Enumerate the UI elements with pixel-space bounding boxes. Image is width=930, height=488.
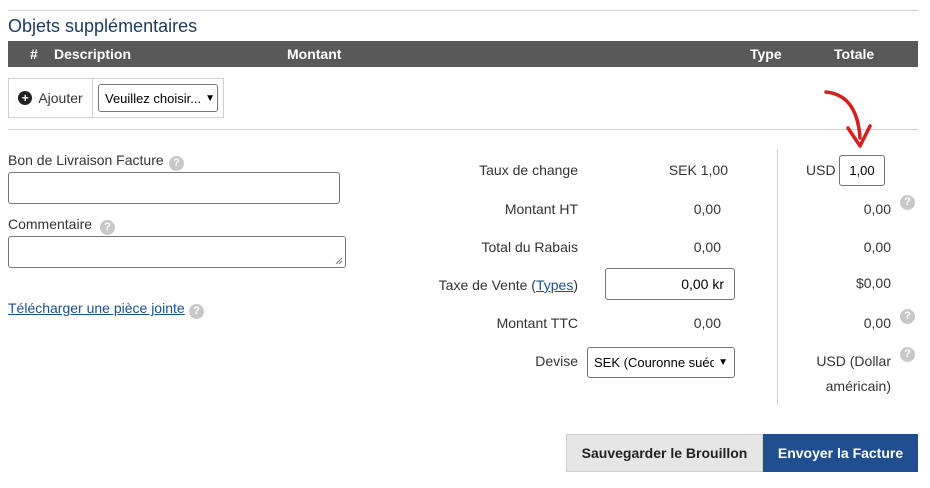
gross-amount-label: Montant TTC: [496, 315, 578, 331]
gross-amount-value: 0,00: [693, 315, 721, 331]
items-table-header: # Description Montant Type Totale: [8, 41, 918, 67]
save-draft-button[interactable]: Sauvegarder le Brouillon: [566, 434, 763, 472]
discount-total-label: Total du Rabais: [481, 239, 578, 255]
usd-exchange-rate-input[interactable]: 1,00: [839, 155, 885, 186]
currency-usd-line2: américain): [825, 378, 891, 394]
sales-tax-input[interactable]: 0,00 kr: [605, 268, 735, 300]
discount-total-value: 0,00: [693, 239, 721, 255]
col-type: Type: [750, 46, 782, 62]
col-number: #: [30, 46, 38, 62]
tax-types-link[interactable]: Types: [536, 277, 573, 293]
exchange-rate-value: SEK 1,00: [668, 162, 728, 178]
send-invoice-button[interactable]: Envoyer la Facture: [763, 434, 918, 472]
usd-label: USD: [806, 162, 836, 178]
question-circle-icon[interactable]: ?: [189, 304, 204, 319]
add-item-button[interactable]: + Ajouter: [9, 79, 93, 117]
question-circle-icon[interactable]: ?: [900, 309, 915, 324]
chevron-down-icon: ▼: [718, 357, 728, 368]
resize-handle-icon[interactable]: [335, 257, 343, 265]
item-type-select-value: Veuillez choisir...: [105, 90, 202, 106]
col-amount: Montant: [287, 46, 342, 62]
comment-label: Commentaire: [8, 216, 93, 232]
question-circle-icon[interactable]: ?: [900, 347, 915, 362]
sales-tax-label: Taxe de Vente (Types): [438, 277, 578, 293]
gross-amount-usd: 0,00: [863, 315, 891, 331]
net-amount-usd: 0,00: [863, 201, 891, 217]
net-amount-value: 0,00: [693, 201, 721, 217]
discount-total-usd: 0,00: [863, 239, 891, 255]
delivery-note-input[interactable]: [8, 172, 340, 204]
column-divider: [777, 150, 778, 405]
mid-divider: [8, 129, 918, 130]
currency-usd-line1: USD (Dollar: [816, 353, 891, 369]
col-total: Totale: [834, 46, 875, 62]
upload-attachment-link[interactable]: Télécharger une pièce jointe: [8, 300, 185, 316]
col-description: Description: [54, 46, 132, 62]
plus-circle-icon: +: [18, 91, 33, 105]
add-item-label: Ajouter: [38, 90, 83, 106]
currency-label: Devise: [535, 353, 578, 369]
currency-select[interactable]: SEK (Couronne suédoise) ▼: [587, 347, 735, 378]
red-arrow-icon: [824, 90, 872, 148]
exchange-rate-label: Taux de change: [479, 162, 578, 178]
currency-select-value: SEK (Couronne suédoise): [594, 355, 715, 370]
delivery-note-label: Bon de Livraison Facture: [8, 152, 164, 168]
section-title: Objets supplémentaires: [8, 16, 198, 36]
question-circle-icon[interactable]: ?: [169, 156, 184, 171]
comment-textarea[interactable]: [8, 236, 346, 268]
top-divider: [8, 10, 918, 11]
item-type-select[interactable]: Veuillez choisir... ▼: [98, 84, 218, 112]
question-circle-icon[interactable]: ?: [900, 195, 915, 210]
add-item-bar: + Ajouter Veuillez choisir... ▼: [8, 78, 224, 118]
sales-tax-usd: $0,00: [855, 275, 891, 291]
chevron-down-icon: ▼: [205, 92, 216, 104]
net-amount-label: Montant HT: [504, 201, 578, 217]
question-circle-icon[interactable]: ?: [100, 220, 115, 235]
